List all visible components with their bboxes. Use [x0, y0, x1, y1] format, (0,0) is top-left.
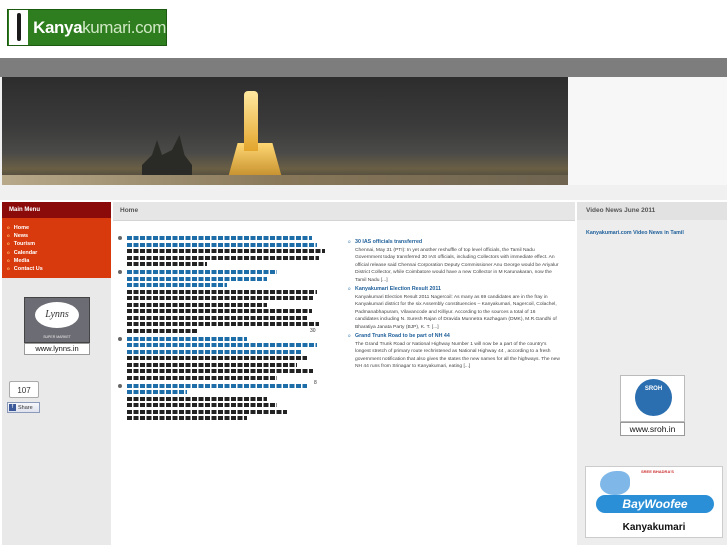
facebook-icon: f — [9, 404, 16, 411]
menu-item-home[interactable]: Home — [7, 224, 111, 232]
english-news-list: 30 IAS officials transferred Chennai, Ma… — [348, 239, 560, 373]
news-excerpt: The Grand Trunk Road or National Highway… — [355, 341, 560, 370]
share-label: Share — [18, 405, 33, 411]
lynns-logo: Lynns SUPER MARKET — [24, 297, 90, 343]
tamil-news-item[interactable]: 8 — [118, 336, 333, 386]
facebook-like-count[interactable]: 107 — [9, 381, 39, 398]
sroh-seal-icon: SROH — [635, 379, 672, 416]
bullet-icon — [118, 383, 122, 388]
news-title-link[interactable]: 30 IAS officials transferred — [355, 239, 560, 247]
news-item: 30 IAS officials transferred Chennai, Ma… — [348, 239, 560, 284]
sroh-logo: SROH — [620, 375, 685, 422]
tamil-news-number: 30 — [310, 328, 316, 334]
news-excerpt: Chennai, May 31 (PTI): In yet another re… — [355, 247, 559, 283]
lynns-url: www.lynns.in — [24, 343, 90, 355]
bullet-icon — [118, 236, 122, 240]
bullet-icon — [118, 270, 122, 274]
main-menu-title: Main Menu — [2, 202, 111, 218]
right-sidebar: Video News June 2011 Kanyakumari.com Vid… — [577, 202, 727, 545]
news-item: Grand Trunk Road to be part of NH 44 The… — [348, 333, 560, 371]
tamil-news-item[interactable] — [118, 236, 333, 266]
main-content: Home 30 8 o 30 IAS officials transferred… — [113, 202, 575, 545]
tamil-news-item[interactable] — [118, 383, 333, 420]
statue-icon — [9, 10, 29, 45]
lynns-subtitle: SUPER MARKET — [43, 335, 71, 339]
nav-band — [0, 58, 727, 77]
news-excerpt: Kanyakumari Election Result 2011 Nagerco… — [355, 294, 557, 330]
tamil-news-item[interactable]: 30 — [118, 270, 333, 334]
news-title-link[interactable]: Kanyakumari Election Result 2011 — [355, 286, 560, 294]
sroh-ad[interactable]: SROH www.sroh.in — [620, 375, 685, 437]
sroh-url: www.sroh.in — [620, 422, 685, 436]
logo-text: Kanya — [33, 17, 83, 37]
main-menu: Home News Tourism Calendar Media Contact… — [2, 218, 111, 278]
header: Kanyakumari.com — [0, 0, 727, 58]
menu-item-tourism[interactable]: Tourism — [7, 240, 111, 248]
menu-item-news[interactable]: News — [7, 232, 111, 240]
dolphin-icon — [600, 471, 630, 495]
menu-item-contact-us[interactable]: Contact Us — [7, 265, 111, 273]
baywoofee-city: Kanyakumari — [622, 522, 686, 533]
hero-image — [2, 77, 568, 185]
video-news-link[interactable]: Kanyakumari.com Video News in Tamil — [586, 230, 684, 236]
bullet-icon — [118, 336, 122, 341]
baywoofee-tagline: SREE BHADRA'S — [641, 469, 674, 474]
baywoofee-logo: BayWoofee — [596, 495, 714, 513]
left-sidebar: Main Menu Home News Tourism Calendar Med… — [2, 202, 111, 545]
thiruvalluvar-statue — [244, 91, 258, 151]
site-logo[interactable]: Kanyakumari.com — [7, 9, 167, 46]
hero-side-panel — [568, 77, 727, 185]
news-item: Kanyakumari Election Result 2011 Kanyaku… — [348, 286, 560, 331]
video-news-title: Video News June 2011 — [577, 202, 727, 220]
menu-item-media[interactable]: Media — [7, 257, 111, 265]
lynns-logo-text: Lynns — [35, 302, 79, 328]
lynns-ad[interactable]: Lynns SUPER MARKET www.lynns.in — [24, 297, 90, 357]
facebook-share-button[interactable]: f Share — [7, 402, 40, 413]
page-title: Home — [113, 202, 575, 221]
baywoofee-ad[interactable]: SREE BHADRA'S BayWoofee Kanyakumari — [585, 466, 723, 538]
logo-text-accent: kumari.com — [82, 17, 166, 37]
menu-item-calendar[interactable]: Calendar — [7, 249, 111, 257]
tamil-news-list: 30 8 — [118, 236, 333, 424]
sea-strip — [2, 175, 568, 185]
news-title-link[interactable]: Grand Trunk Road to be part of NH 44 — [355, 333, 560, 341]
hero-banner — [0, 77, 727, 200]
